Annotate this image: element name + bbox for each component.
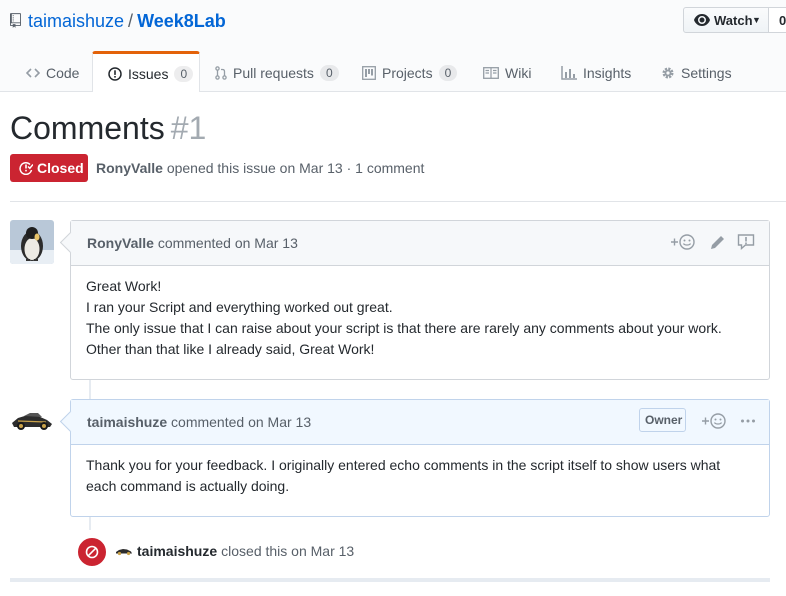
tab-label: Code bbox=[46, 65, 80, 81]
repo-name-link[interactable]: Week8Lab bbox=[137, 11, 226, 31]
penguin-avatar-icon bbox=[10, 220, 54, 264]
comment-author-link[interactable]: taimaishuze bbox=[87, 414, 167, 430]
repo-owner-link[interactable]: taimaishuze bbox=[28, 11, 124, 31]
comment: taimaishuze commented on Mar 13 Owner Th… bbox=[59, 399, 770, 517]
comment-line: Great Work! bbox=[86, 278, 162, 294]
watch-count[interactable]: 0 bbox=[768, 7, 786, 33]
graph-icon bbox=[561, 66, 577, 80]
comment-arrow bbox=[59, 410, 82, 433]
issues-counter: 0 bbox=[174, 66, 194, 82]
repo-title: taimaishuze / Week8Lab bbox=[28, 11, 226, 32]
closed-event: taimaishuze closed this on Mar 13 bbox=[115, 543, 354, 559]
issue-closed-icon bbox=[19, 162, 33, 175]
add-reaction-icon[interactable] bbox=[700, 412, 728, 430]
gear-icon bbox=[662, 67, 674, 79]
kebab-horizontal-icon[interactable] bbox=[740, 412, 756, 430]
add-reaction-icon[interactable] bbox=[669, 233, 697, 251]
comment-header: taimaishuze commented on Mar 13 Owner bbox=[59, 400, 769, 445]
repo-icon bbox=[10, 13, 21, 28]
issue-title: Comments #1 bbox=[10, 110, 206, 147]
edit-pencil-icon[interactable] bbox=[709, 233, 725, 251]
comment: RonyValle commented on Mar 13 Great Work… bbox=[59, 220, 770, 380]
event-text: closed this on Mar 13 bbox=[221, 543, 355, 559]
git-pull-request-icon bbox=[215, 66, 227, 80]
issue-author-link[interactable]: RonyValle bbox=[96, 160, 163, 176]
avatar[interactable] bbox=[10, 220, 54, 264]
event-actor-link[interactable]: taimaishuze bbox=[137, 543, 217, 559]
tab-label: Issues bbox=[128, 66, 169, 82]
book-icon bbox=[483, 67, 499, 79]
comment-line: I ran your Script and everything worked … bbox=[86, 299, 393, 315]
car-avatar-small-icon[interactable] bbox=[115, 546, 133, 556]
tab-label: Insights bbox=[583, 65, 632, 81]
tab-issues[interactable]: Issues 0 bbox=[92, 51, 200, 92]
comment-body: Great Work! I ran your Script and everyt… bbox=[71, 266, 769, 374]
chevron-down-icon: ▼ bbox=[752, 15, 761, 25]
car-avatar-icon bbox=[10, 399, 54, 443]
issue-meta: RonyValle opened this issue on Mar 13 · … bbox=[96, 160, 424, 176]
projects-counter: 0 bbox=[438, 65, 458, 81]
status-label: Closed bbox=[37, 160, 84, 176]
watch-label: Watch bbox=[714, 13, 753, 28]
comment-arrow bbox=[59, 231, 82, 254]
owner-badge: Owner bbox=[639, 408, 686, 432]
issue-title-text: Comments bbox=[10, 110, 165, 146]
comment-line: Other than that like I already said, Gre… bbox=[86, 341, 375, 357]
issue-opened-text: opened this issue on Mar 13 · 1 comment bbox=[166, 160, 425, 176]
tab-label: Wiki bbox=[505, 65, 532, 81]
circle-slash-icon bbox=[85, 545, 99, 559]
issue-opened-icon bbox=[108, 67, 122, 81]
tab-label: Settings bbox=[681, 65, 732, 81]
pull-requests-counter: 0 bbox=[319, 65, 339, 81]
tab-label: Projects bbox=[382, 65, 433, 81]
comment-author-link[interactable]: RonyValle bbox=[87, 235, 154, 251]
status-badge: Closed bbox=[10, 154, 88, 182]
report-icon[interactable] bbox=[737, 233, 755, 251]
watch-button[interactable]: Watch ▼ bbox=[683, 7, 769, 33]
comment-body: Thank you for your feedback. I originall… bbox=[71, 445, 769, 511]
comment-header: RonyValle commented on Mar 13 bbox=[59, 221, 769, 266]
timeline-bottom-bar bbox=[10, 578, 770, 582]
tab-label: Pull requests bbox=[233, 65, 314, 81]
comment-line: The only issue that I can raise about yo… bbox=[86, 320, 722, 336]
code-icon bbox=[26, 68, 40, 78]
comment-byline: taimaishuze commented on Mar 13 bbox=[87, 414, 311, 430]
header-divider bbox=[10, 201, 786, 202]
repo-separator: / bbox=[128, 11, 134, 31]
comment-timestamp[interactable]: commented on Mar 13 bbox=[171, 414, 311, 430]
comment-line: Thank you for your feedback. I originall… bbox=[86, 457, 721, 494]
issue-number: #1 bbox=[170, 110, 207, 146]
avatar[interactable] bbox=[10, 399, 54, 443]
comment-byline: RonyValle commented on Mar 13 bbox=[87, 235, 298, 251]
closed-event-badge bbox=[76, 536, 108, 568]
project-icon bbox=[362, 66, 376, 80]
eye-icon bbox=[694, 14, 710, 26]
comment-timestamp[interactable]: commented on Mar 13 bbox=[158, 235, 298, 251]
